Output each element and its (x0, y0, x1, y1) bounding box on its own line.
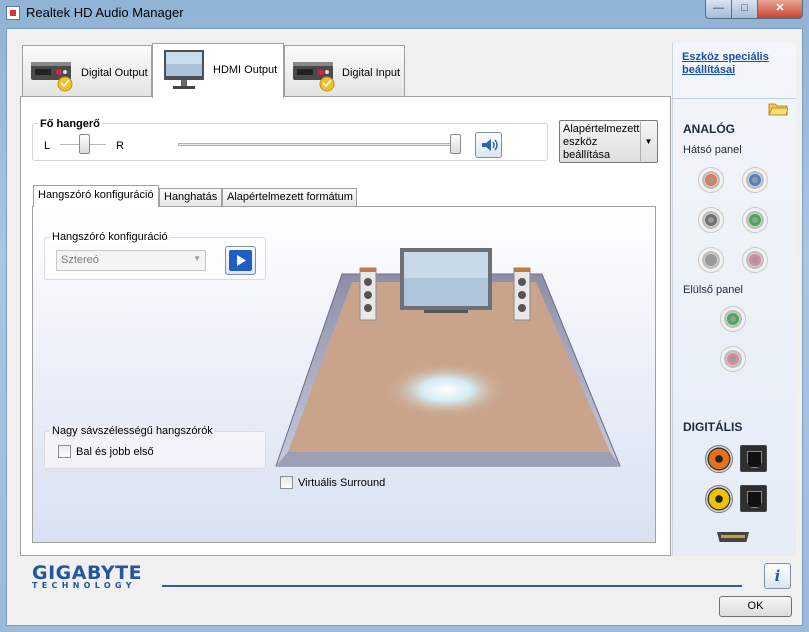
front-panel-title: Elülső panel (683, 284, 743, 296)
ok-button[interactable]: OK (719, 596, 792, 617)
optical-port-icon[interactable] (740, 485, 767, 512)
volume-slider-thumb[interactable] (450, 134, 461, 154)
tab-hdmi-output-label: HDMI Output (213, 64, 278, 76)
connector-settings-panel (672, 43, 796, 556)
balance-left-label: L (44, 140, 51, 152)
chevron-down-icon: ▼ (193, 254, 201, 263)
master-volume-group (32, 123, 548, 161)
speaker-room-illustration (275, 248, 621, 467)
front-left-right-checkbox[interactable] (58, 445, 71, 458)
speaker-icon (482, 139, 498, 151)
fullrange-speakers-title: Nagy sávszélességű hangszórók (50, 425, 215, 437)
rear-jack-pink[interactable] (742, 247, 768, 273)
tab-speaker-configuration[interactable]: Hangszóró konfiguráció (33, 185, 159, 207)
play-icon (229, 250, 252, 271)
front-jack-pink[interactable] (720, 346, 746, 372)
tab-digital-output-label: Digital Output (81, 67, 148, 79)
speaker-config-group-title: Hangszóró konfiguráció (50, 231, 170, 243)
right-speaker-icon (513, 267, 531, 321)
window-title: Realtek HD Audio Manager (26, 5, 184, 20)
digital-input-device-icon (293, 62, 335, 92)
coaxial-port-orange-icon[interactable] (705, 445, 733, 473)
footer-divider (162, 585, 742, 587)
analog-section-title: ANALÓG (683, 122, 735, 136)
balance-slider-thumb[interactable] (79, 134, 90, 154)
maximize-button[interactable]: □ (731, 0, 758, 19)
left-speaker-icon (359, 267, 377, 321)
play-test-button[interactable] (225, 246, 256, 275)
master-volume-title: Fő hangerő (38, 118, 102, 130)
rear-jack-orange[interactable] (698, 167, 724, 193)
virtual-surround-checkbox[interactable] (280, 476, 293, 489)
tab-digital-output[interactable]: Digital Output (22, 45, 152, 97)
minimize-button[interactable]: — (705, 0, 732, 19)
title-bar[interactable]: Realtek HD Audio Manager — □ ✕ (0, 0, 809, 26)
realtek-app-icon (6, 6, 20, 20)
close-button[interactable]: ✕ (757, 0, 803, 19)
monitor-icon (164, 50, 204, 89)
tab-sound-effects[interactable]: Hanghatás (159, 188, 222, 206)
virtual-surround-label[interactable]: Virtuális Surround (298, 477, 385, 489)
rear-panel-title: Hátsó panel (683, 144, 742, 156)
mute-button[interactable] (475, 132, 502, 158)
advanced-device-settings-link[interactable]: Eszköz speciális beállításai (682, 51, 772, 77)
rear-jack-gray[interactable] (698, 207, 724, 233)
rear-jack-green[interactable] (742, 207, 768, 233)
tab-digital-input-label: Digital Input (342, 67, 401, 79)
set-default-device-label: Alapértelmezett eszköz beállítása (563, 123, 640, 161)
coaxial-port-yellow-icon[interactable] (705, 485, 733, 513)
digital-section-title: DIGITÁLIS (683, 420, 743, 434)
front-jack-green[interactable] (720, 306, 746, 332)
digital-output-device-icon (31, 62, 73, 92)
info-button[interactable]: i (764, 563, 791, 589)
speaker-config-selected-value: Sztereó (61, 254, 99, 266)
optical-port-icon[interactable] (740, 445, 767, 472)
tab-hdmi-output[interactable]: HDMI Output (152, 43, 284, 98)
gigabyte-logo-subtitle: TECHNOLOGY (32, 581, 136, 590)
speaker-config-select[interactable]: Sztereó ▼ (56, 250, 206, 271)
folder-icon[interactable] (768, 100, 788, 116)
right-panel-divider (672, 98, 796, 99)
set-default-device-button[interactable]: Alapértelmezett eszköz beállítása ▼ (559, 120, 658, 163)
tv-icon (400, 248, 492, 313)
balance-right-label: R (116, 140, 124, 152)
tab-default-format[interactable]: Alapértelmezett formátum (222, 188, 357, 206)
volume-slider-track[interactable] (178, 143, 456, 146)
rear-jack-silver[interactable] (698, 247, 724, 273)
rear-jack-blue[interactable] (742, 167, 768, 193)
front-left-right-label[interactable]: Bal és jobb első (76, 446, 154, 458)
tab-digital-input[interactable]: Digital Input (284, 45, 405, 97)
chevron-down-icon[interactable]: ▼ (640, 122, 656, 161)
hdmi-port-icon[interactable] (717, 532, 749, 542)
